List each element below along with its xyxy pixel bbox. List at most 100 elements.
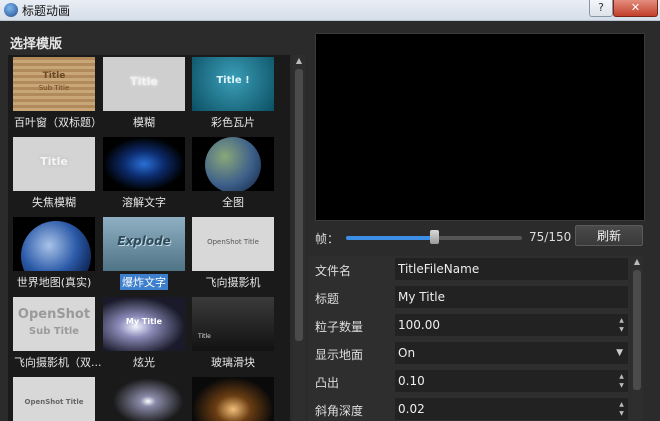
template-label: 飞向摄影机 <box>205 276 261 289</box>
template-thumb[interactable] <box>103 377 185 421</box>
property-value: My Title <box>398 290 445 304</box>
title-bar: 标题动画 ? ✕ <box>0 0 660 21</box>
frame-slider-handle[interactable] <box>430 230 439 244</box>
thumb-text: OpenShot Title <box>24 398 84 406</box>
thumb-text: Title <box>130 75 158 88</box>
app-icon <box>4 3 18 17</box>
title-field[interactable]: My Title <box>395 286 628 308</box>
spin-down-icon[interactable]: ▼ <box>617 381 626 390</box>
scrollbar-thumb[interactable] <box>295 69 303 341</box>
scrollbar-thumb[interactable] <box>633 270 641 390</box>
template-heading: 选择模版 <box>10 37 63 52</box>
template-thumb[interactable]: OpenShot Title <box>13 377 95 421</box>
template-label: 失焦模糊 <box>32 196 76 209</box>
spin-up-icon[interactable]: ▲ <box>617 372 626 381</box>
spin-down-icon[interactable]: ▼ <box>617 325 626 334</box>
template-thumb[interactable]: Title <box>13 137 95 191</box>
property-value: TitleFileName <box>398 262 480 276</box>
template-item-15[interactable] <box>191 377 275 421</box>
property-name: 粒子数量 <box>315 320 364 334</box>
thumb-text: Title ! <box>216 75 250 86</box>
template-item-fly-to-camera-double[interactable]: OpenShot Sub Title 飞向摄影机（双... <box>12 297 102 370</box>
template-thumb[interactable] <box>13 217 95 271</box>
template-scrollbar[interactable]: ▲ <box>293 55 305 421</box>
spin-down-icon[interactable]: ▼ <box>617 409 626 418</box>
template-item-color-tiles[interactable]: Title ! 彩色瓦片 <box>191 57 275 130</box>
template-item-glare[interactable]: My Title 炫光 <box>102 297 186 370</box>
extrude-spinbox[interactable]: 0.10 ▲ ▼ <box>395 370 628 392</box>
template-thumb[interactable] <box>103 137 185 191</box>
property-value: 100.00 <box>398 318 440 332</box>
template-item-defocus[interactable]: Title 失焦模糊 <box>12 137 96 210</box>
template-thumb[interactable]: Title ! <box>192 57 274 111</box>
spin-arrows-icon[interactable]: ▲ ▼ <box>617 372 626 390</box>
template-label: 飞向摄影机（双... <box>14 356 102 369</box>
template-thumb[interactable]: OpenShot Sub Title <box>13 297 95 351</box>
template-item-dissolve[interactable]: 溶解文字 <box>102 137 186 210</box>
template-thumb[interactable] <box>192 137 274 191</box>
property-name: 标题 <box>315 292 340 306</box>
thumb-text: Title <box>198 333 211 340</box>
show-ground-dropdown[interactable]: On ▼ <box>395 342 628 364</box>
spin-up-icon[interactable]: ▲ <box>617 316 626 325</box>
property-row-bevel-depth: 斜角深度 0.02 ▲ ▼ <box>308 396 630 421</box>
template-label: 玻璃滑块 <box>211 356 255 369</box>
thumb-text: Title <box>40 155 68 168</box>
template-label: 炫光 <box>133 356 155 369</box>
bevel-depth-spinbox[interactable]: 0.02 ▲ ▼ <box>395 398 628 420</box>
window-title: 标题动画 <box>22 4 71 18</box>
template-item-glass-slider[interactable]: Title 玻璃滑块 <box>191 297 275 370</box>
property-name: 显示地面 <box>315 348 364 362</box>
template-item-explode[interactable]: Explode 爆炸文字 <box>102 217 186 290</box>
spin-arrows-icon[interactable]: ▲ ▼ <box>617 400 626 418</box>
template-thumb[interactable]: OpenShot Title <box>192 217 274 271</box>
filename-field[interactable]: TitleFileName <box>395 258 628 280</box>
template-thumb[interactable]: My Title <box>103 297 185 351</box>
property-value: 0.02 <box>398 402 425 416</box>
template-thumb[interactable] <box>192 377 274 421</box>
globe-icon <box>205 137 261 191</box>
property-value: On <box>398 346 416 360</box>
property-name: 文件名 <box>315 264 352 278</box>
earth-icon <box>21 221 91 271</box>
template-label: 世界地图(真实) <box>16 276 92 289</box>
property-row-show-ground: 显示地面 On ▼ <box>308 340 630 368</box>
scroll-up-icon[interactable]: ▲ <box>631 256 643 268</box>
template-item-world-map[interactable]: 世界地图(真实) <box>12 217 96 290</box>
template-thumb[interactable]: Title Sub Title <box>13 57 95 111</box>
template-label: 全图 <box>222 196 244 209</box>
thumb-subtext: Sub Title <box>38 84 70 92</box>
property-row-filename: 文件名 TitleFileName <box>308 256 630 284</box>
template-item-globe[interactable]: 全图 <box>191 137 275 210</box>
dialog-body: 选择模版 Title Sub Title 百叶窗（双标题） Title 模糊 T… <box>0 21 660 421</box>
spin-arrows-icon[interactable]: ▲ ▼ <box>617 316 626 334</box>
frame-count: 75/150 <box>529 230 572 244</box>
spin-up-icon[interactable]: ▲ <box>617 400 626 409</box>
thumb-text: Explode <box>117 234 171 248</box>
particles-spinbox[interactable]: 100.00 ▲ ▼ <box>395 314 628 336</box>
template-item-blinds[interactable]: Title Sub Title 百叶窗（双标题） <box>12 57 102 130</box>
property-value: 0.10 <box>398 374 425 388</box>
properties-scrollbar[interactable]: ▲ <box>631 256 643 421</box>
template-list: Title Sub Title 百叶窗（双标题） Title 模糊 Title … <box>8 55 290 421</box>
thumb-subtext: Sub Title <box>28 326 80 337</box>
property-name: 斜角深度 <box>315 404 364 418</box>
template-thumb[interactable]: Explode <box>103 217 185 271</box>
template-label: 彩色瓦片 <box>211 116 255 129</box>
frame-slider-fill <box>346 236 434 240</box>
thumb-text: My Title <box>125 317 163 326</box>
property-row-particles: 粒子数量 100.00 ▲ ▼ <box>308 312 630 340</box>
template-thumb[interactable]: Title <box>103 57 185 111</box>
property-name: 凸出 <box>315 376 340 390</box>
frame-label: 帧： <box>315 232 340 246</box>
template-thumb[interactable]: Title <box>192 297 274 351</box>
template-item-blur[interactable]: Title 模糊 <box>102 57 186 130</box>
close-button[interactable]: ✕ <box>613 0 658 17</box>
refresh-button[interactable]: 刷新 <box>575 225 643 246</box>
help-button[interactable]: ? <box>589 0 613 17</box>
template-item-13[interactable]: OpenShot Title <box>12 377 96 421</box>
thumb-text: OpenShot <box>17 307 91 322</box>
template-item-14[interactable] <box>102 377 186 421</box>
scroll-up-icon[interactable]: ▲ <box>293 55 305 67</box>
template-item-fly-to-camera[interactable]: OpenShot Title 飞向摄影机 <box>191 217 275 290</box>
